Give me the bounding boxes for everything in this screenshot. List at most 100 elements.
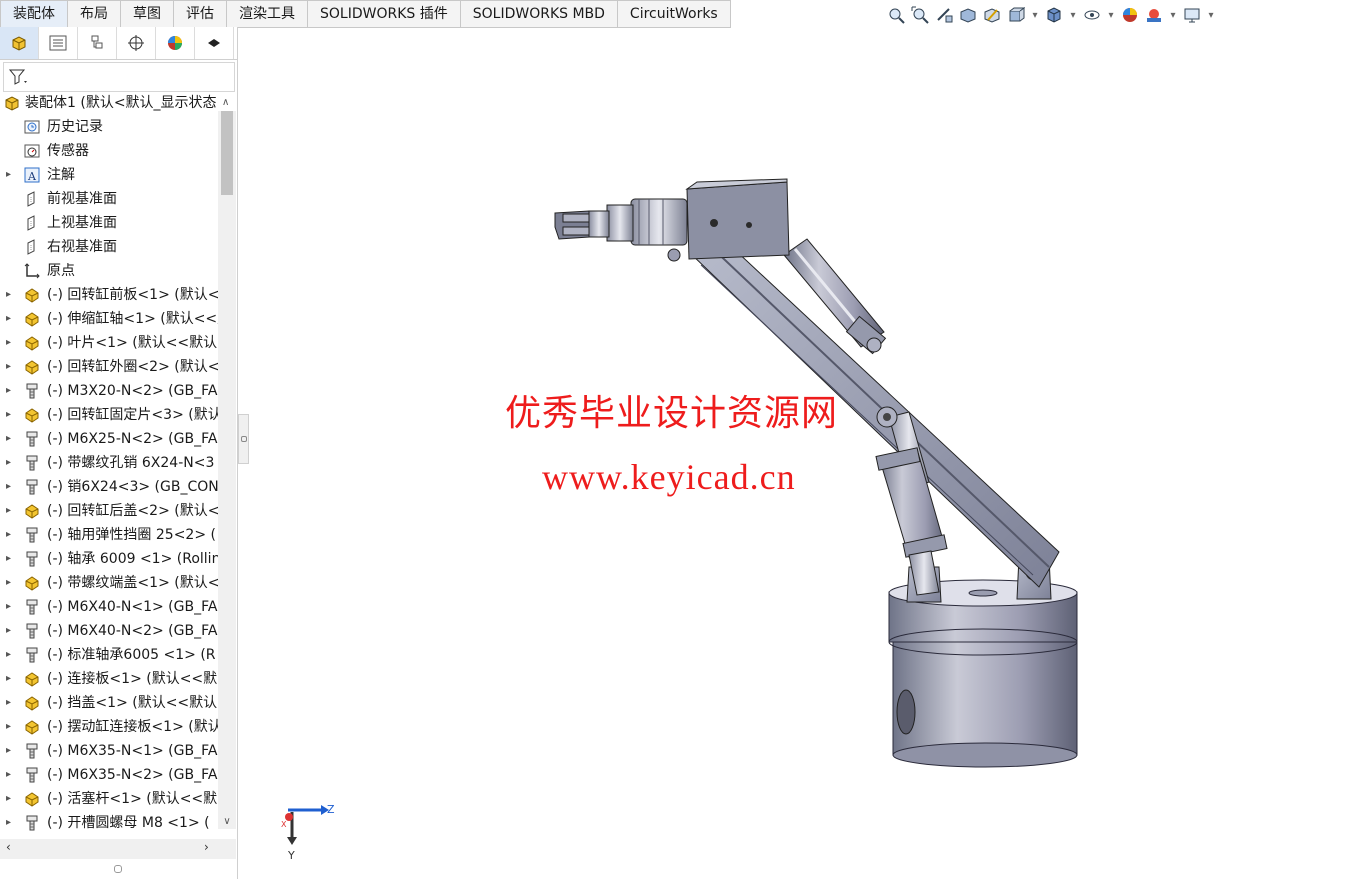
tree-item[interactable]: ▸ (-) 叶片<1> (默认<<默认 bbox=[0, 331, 218, 355]
scrollbar-thumb[interactable] bbox=[221, 111, 233, 195]
bolt-icon bbox=[24, 815, 40, 831]
tree-item[interactable]: ▸ (-) M6X35-N<2> (GB_FA bbox=[0, 763, 218, 787]
apply-scene-icon[interactable] bbox=[1144, 5, 1164, 25]
configuration-manager-tab[interactable] bbox=[78, 27, 117, 59]
expand-arrow-icon[interactable]: ▸ bbox=[6, 595, 16, 619]
tree-item[interactable]: ▸ (-) 挡盖<1> (默认<<默认 bbox=[0, 691, 218, 715]
expand-arrow-icon[interactable]: ▸ bbox=[6, 403, 16, 427]
expand-arrow-icon[interactable]: ▸ bbox=[6, 547, 16, 571]
dropdown-arrow-icon[interactable]: ▾ bbox=[1030, 5, 1040, 25]
tree-item[interactable]: ▸ (-) 带螺纹孔销 6X24-N<3 bbox=[0, 451, 218, 475]
dropdown-arrow-icon[interactable]: ▾ bbox=[1068, 5, 1078, 25]
tree-item[interactable]: ▸ (-) 摆动缸连接板<1> (默认 bbox=[0, 715, 218, 739]
tab-1[interactable]: 布局 bbox=[68, 0, 121, 28]
dimxpert-tab[interactable] bbox=[117, 27, 156, 59]
tree-item[interactable]: ▸ (-) 轴用弹性挡圈 25<2> ( bbox=[0, 523, 218, 547]
base-cylinder[interactable] bbox=[888, 579, 1078, 768]
tree-item[interactable]: 上视基准面 bbox=[0, 211, 218, 235]
property-manager-tab[interactable] bbox=[39, 27, 78, 59]
tree-item[interactable]: 原点 bbox=[0, 259, 218, 283]
scroll-left-arrow[interactable]: ‹ bbox=[6, 840, 11, 854]
tree-item[interactable]: ▸ (-) 回转缸前板<1> (默认< bbox=[0, 283, 218, 307]
expand-arrow-icon[interactable]: ▸ bbox=[6, 811, 16, 835]
tree-item[interactable]: ▸ A 注解 bbox=[0, 163, 218, 187]
tree-item[interactable]: ▸ (-) 连接板<1> (默认<<默 bbox=[0, 667, 218, 691]
tree-horizontal-scrollbar[interactable]: ‹ › bbox=[0, 839, 236, 859]
tree-item[interactable]: ▸ (-) M6X40-N<2> (GB_FA bbox=[0, 619, 218, 643]
tab-4[interactable]: 渲染工具 bbox=[227, 0, 308, 28]
tree-item[interactable]: ▸ (-) M6X25-N<2> (GB_FA bbox=[0, 427, 218, 451]
tree-item[interactable]: 历史记录 bbox=[0, 115, 218, 139]
expand-arrow-icon[interactable]: ▸ bbox=[6, 667, 16, 691]
display-manager-tab[interactable] bbox=[156, 27, 195, 59]
panel-resize-grip[interactable] bbox=[114, 865, 122, 873]
scroll-right-arrow[interactable]: › bbox=[204, 840, 209, 854]
expand-arrow-icon[interactable]: ▸ bbox=[6, 763, 16, 787]
tree-root[interactable]: 装配体1 (默认<默认_显示状态 ∧ bbox=[0, 91, 236, 115]
section-view-icon[interactable] bbox=[958, 5, 978, 25]
dynamic-annotation-icon[interactable] bbox=[982, 5, 1002, 25]
hide-show-items-icon[interactable] bbox=[1082, 5, 1102, 25]
panel-splitter[interactable] bbox=[238, 414, 249, 464]
tree-item[interactable]: ▸ (-) M3X20-N<2> (GB_FA bbox=[0, 379, 218, 403]
tree-item[interactable]: 右视基准面 bbox=[0, 235, 218, 259]
tab-7[interactable]: CircuitWorks bbox=[617, 0, 731, 28]
dropdown-arrow-icon[interactable]: ▾ bbox=[1168, 5, 1178, 25]
zoom-to-area-icon[interactable] bbox=[910, 5, 930, 25]
expand-arrow-icon[interactable]: ▸ bbox=[6, 379, 16, 403]
expand-arrow-icon[interactable]: ▸ bbox=[6, 787, 16, 811]
display-style-icon[interactable] bbox=[1044, 5, 1064, 25]
expand-arrow-icon[interactable]: ▸ bbox=[6, 643, 16, 667]
expand-arrow-icon[interactable]: ▸ bbox=[6, 355, 16, 379]
more-panels-tab[interactable] bbox=[195, 27, 234, 59]
zoom-to-fit-icon[interactable] bbox=[886, 5, 906, 25]
tree-item[interactable]: ▸ (-) 轴承 6009 <1> (Rollin bbox=[0, 547, 218, 571]
expand-arrow-icon[interactable]: ▸ bbox=[6, 331, 16, 355]
expand-arrow-icon[interactable]: ▸ bbox=[6, 715, 16, 739]
tab-6[interactable]: SOLIDWORKS MBD bbox=[460, 0, 618, 28]
dropdown-arrow-icon[interactable]: ▾ bbox=[1206, 5, 1216, 25]
wrist-block[interactable] bbox=[685, 178, 790, 260]
tree-item[interactable]: ▸ (-) M6X40-N<1> (GB_FA bbox=[0, 595, 218, 619]
expand-arrow-icon[interactable]: ▸ bbox=[6, 475, 16, 499]
expand-arrow-icon[interactable]: ▸ bbox=[6, 523, 16, 547]
scroll-down-arrow[interactable]: ∨ bbox=[218, 816, 236, 827]
tab-3[interactable]: 评估 bbox=[174, 0, 227, 28]
expand-arrow-icon[interactable]: ▸ bbox=[6, 283, 16, 307]
previous-view-icon[interactable] bbox=[934, 5, 954, 25]
tab-0[interactable]: 装配体 bbox=[0, 0, 68, 28]
expand-arrow-icon[interactable]: ▸ bbox=[6, 163, 16, 187]
expand-arrow-icon[interactable]: ▸ bbox=[6, 571, 16, 595]
tree-item[interactable]: ▸ (-) 回转缸外圈<2> (默认< bbox=[0, 355, 218, 379]
feature-manager-tab[interactable] bbox=[0, 27, 39, 59]
gripper-assembly[interactable] bbox=[554, 198, 688, 262]
tab-2[interactable]: 草图 bbox=[121, 0, 174, 28]
tree-item[interactable]: ▸ (-) 伸缩缸轴<1> (默认<<默认 bbox=[0, 307, 218, 331]
tree-item[interactable]: ▸ (-) M6X35-N<1> (GB_FA bbox=[0, 739, 218, 763]
expand-arrow-icon[interactable]: ▸ bbox=[6, 307, 16, 331]
tree-item[interactable]: ▸ (-) 带螺纹端盖<1> (默认< bbox=[0, 571, 218, 595]
expand-arrow-icon[interactable]: ▸ bbox=[6, 691, 16, 715]
tree-item[interactable]: 传感器 bbox=[0, 139, 218, 163]
expand-arrow-icon[interactable]: ▸ bbox=[6, 619, 16, 643]
tree-item[interactable]: ▸ (-) 回转缸后盖<2> (默认< bbox=[0, 499, 218, 523]
tree-item[interactable]: ▸ (-) 销6X24<3> (GB_CON bbox=[0, 475, 218, 499]
expand-arrow-icon[interactable]: ▸ bbox=[6, 499, 16, 523]
dropdown-arrow-icon[interactable]: ▾ bbox=[1106, 5, 1116, 25]
expand-arrow-icon[interactable]: ▸ bbox=[6, 427, 16, 451]
edit-appearance-icon[interactable] bbox=[1120, 5, 1140, 25]
expand-arrow-icon[interactable]: ▸ bbox=[6, 739, 16, 763]
bolt-icon bbox=[24, 551, 40, 567]
tree-item[interactable]: ▸ (-) 回转缸固定片<3> (默认 bbox=[0, 403, 218, 427]
view-orientation-icon[interactable] bbox=[1006, 5, 1026, 25]
tree-item[interactable]: ▸ (-) 标准轴承6005 <1> (R bbox=[0, 643, 218, 667]
tree-vertical-scrollbar[interactable]: ∨ bbox=[218, 111, 236, 829]
tab-5[interactable]: SOLIDWORKS 插件 bbox=[308, 0, 461, 28]
graphics-area[interactable]: Z Y X bbox=[249, 27, 1361, 879]
tree-item[interactable]: ▸ (-) 活塞杆<1> (默认<<默 bbox=[0, 787, 218, 811]
tree-filter[interactable] bbox=[3, 62, 235, 92]
expand-arrow-icon[interactable]: ▸ bbox=[6, 451, 16, 475]
tree-item[interactable]: 前视基准面 bbox=[0, 187, 218, 211]
tree-item[interactable]: ▸ (-) 开槽圆螺母 M8 <1> ( bbox=[0, 811, 218, 835]
view-settings-icon[interactable] bbox=[1182, 5, 1202, 25]
